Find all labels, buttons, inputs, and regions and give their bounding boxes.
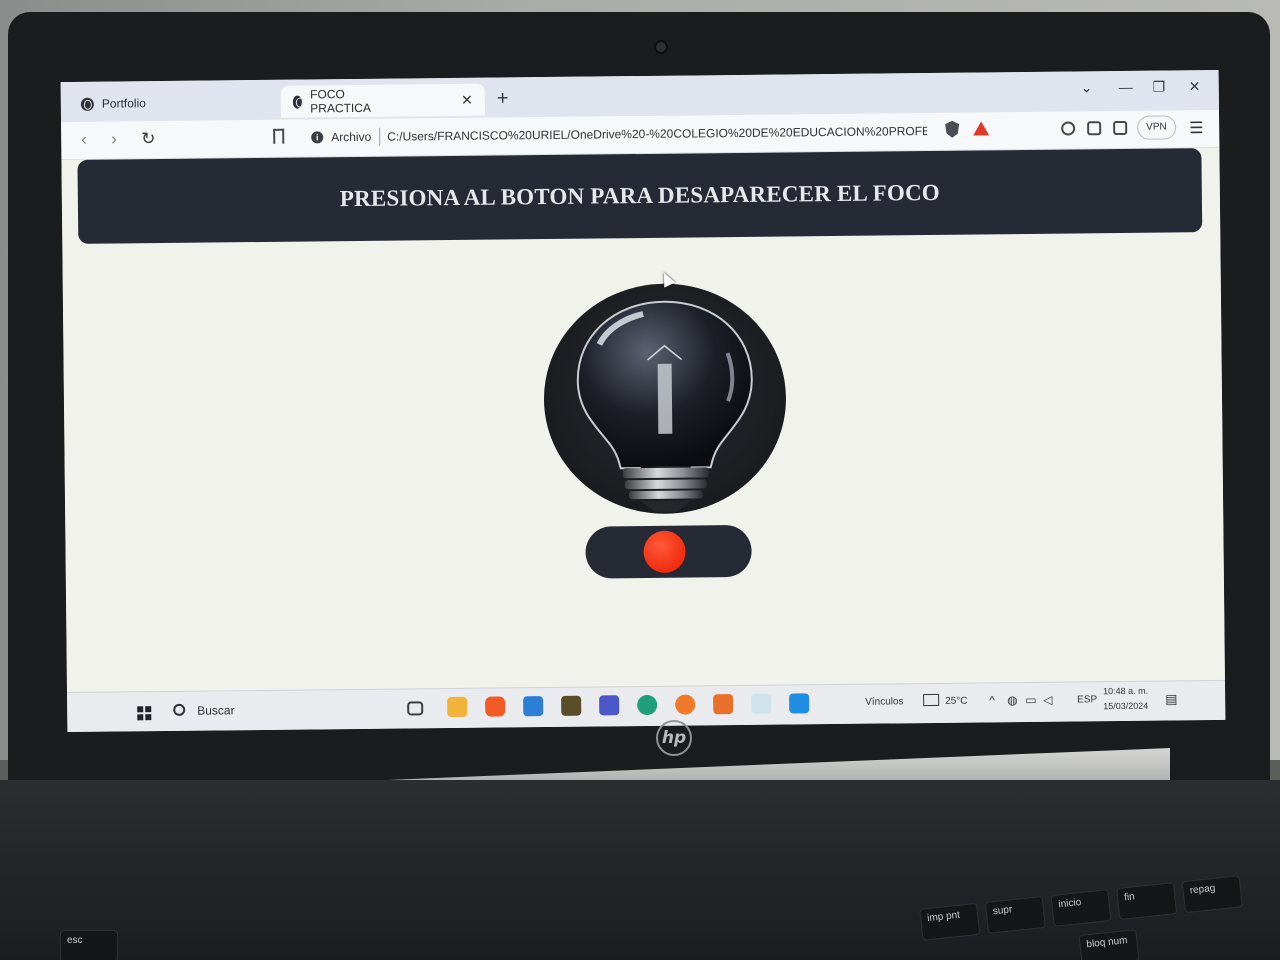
temperature-label[interactable]: 25°C [945,696,967,707]
extensions-icon[interactable] [1061,121,1076,136]
page-header: PRESIONA AL BOTON PARA DESAPARECER EL FO… [77,148,1203,244]
brave-browser-icon[interactable] [485,696,506,717]
key-inicio: inicio [1050,889,1112,927]
taskbar-search-label[interactable]: Buscar [197,703,235,717]
clock-time: 10:48 a. m. [1103,685,1149,697]
store-icon[interactable] [523,696,544,717]
toggle-bulb-button[interactable] [585,524,752,579]
windows-start-icon[interactable] [137,706,152,721]
lightbulb-image [542,282,788,516]
brave-rewards-icon[interactable] [973,121,990,136]
task-view-icon[interactable] [407,701,424,716]
reload-icon[interactable]: ↻ [141,129,155,149]
brave-shield-icon[interactable] [945,121,959,138]
forward-icon[interactable]: › [111,129,117,149]
edge-icon[interactable] [637,694,658,716]
key-imp-pnt: imp pnt [919,902,981,941]
file-explorer-icon[interactable] [447,696,468,718]
tab-label: Portfolio [101,96,146,111]
window-close-icon[interactable]: ✕ [1189,78,1201,95]
page-content: PRESIONA AL BOTON PARA DESAPARECER EL FO… [61,147,1225,693]
minimize-icon[interactable]: — [1119,79,1133,95]
xampp-icon[interactable] [713,694,734,715]
battery-icon[interactable]: ▭ [1025,693,1036,707]
url-separator [379,127,381,146]
vscode-icon[interactable] [789,693,810,714]
weather-icon[interactable] [923,693,940,707]
snipping-tool-icon[interactable] [751,693,772,714]
network-icon[interactable]: ◍ [1007,693,1018,707]
sidebar-icon[interactable] [1087,121,1102,136]
hp-logo: hp [656,720,692,756]
links-label[interactable]: Vínculos [865,696,903,707]
back-icon[interactable]: ‹ [81,130,87,150]
clock-date: 15/03/2024 [1103,700,1149,712]
tab-label: FOCO PRACTICA [310,87,372,116]
page-title: PRESIONA AL BOTON PARA DESAPARECER EL FO… [339,179,941,212]
archivo-label: Archivo [331,129,372,145]
key-repag: repag [1181,875,1243,914]
lightbulb-icon [576,300,753,512]
teams-icon[interactable] [599,695,620,716]
vpn-button[interactable]: VPN [1137,115,1176,140]
tab-portfolio[interactable]: Portfolio [69,87,158,120]
bookmark-icon[interactable] [273,128,285,144]
webcam-icon [654,40,668,54]
laptop-keyboard-deck: esc imp pnt supr inicio fin repag bloq n… [0,780,1280,960]
info-icon[interactable]: i [311,131,324,144]
globe-icon [80,97,94,111]
clock[interactable]: 10:48 a. m. 15/03/2024 [1103,684,1148,714]
volume-icon[interactable]: ◁ [1043,693,1052,707]
key-fin: fin [1116,882,1178,921]
search-icon[interactable] [173,703,186,716]
notifications-icon[interactable]: ▤ [1165,691,1177,707]
new-tab-button[interactable]: + [497,87,509,110]
close-icon[interactable]: ✕ [461,91,473,108]
firefox-icon[interactable] [675,694,696,715]
laptop-screen: Portfolio FOCO PRACTICA ✕ + ⌄ — ❐ ✕ ‹ › … [60,69,1226,733]
globe-icon [292,95,303,109]
sublime-icon[interactable] [561,695,582,716]
tab-foco-practica[interactable]: FOCO PRACTICA ✕ [280,83,486,118]
tab-search-chevron-icon[interactable]: ⌄ [1081,79,1093,96]
toggle-knob[interactable] [643,530,686,574]
restore-icon[interactable]: ❐ [1153,79,1166,96]
key-esc: esc [60,930,118,960]
key-supr: supr [984,895,1046,934]
key-bloq-num: bloq num [1078,929,1140,960]
chevron-up-icon[interactable]: ^ [989,693,995,707]
address-bar[interactable]: C:/Users/FRANCISCO%20URIEL/OneDrive%20-%… [387,124,927,144]
wallet-icon[interactable] [1113,120,1128,136]
language-label[interactable]: ESP [1077,694,1097,705]
menu-icon[interactable]: ☰ [1189,118,1204,138]
